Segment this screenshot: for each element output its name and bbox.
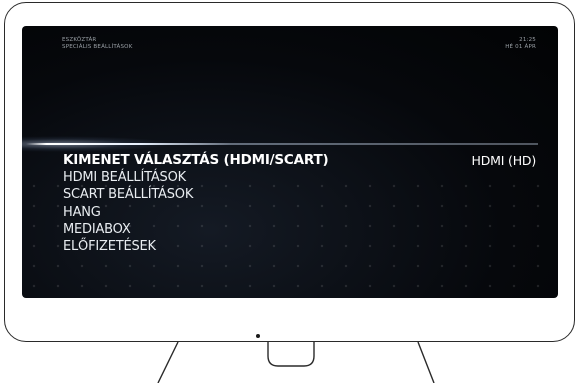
tv-illustration: ESZKÖZTÁR SPECIÁLIS BEÁLLÍTÁSOK 21:25 HÉ… [0,0,583,383]
tv-stand-icon [157,341,435,383]
